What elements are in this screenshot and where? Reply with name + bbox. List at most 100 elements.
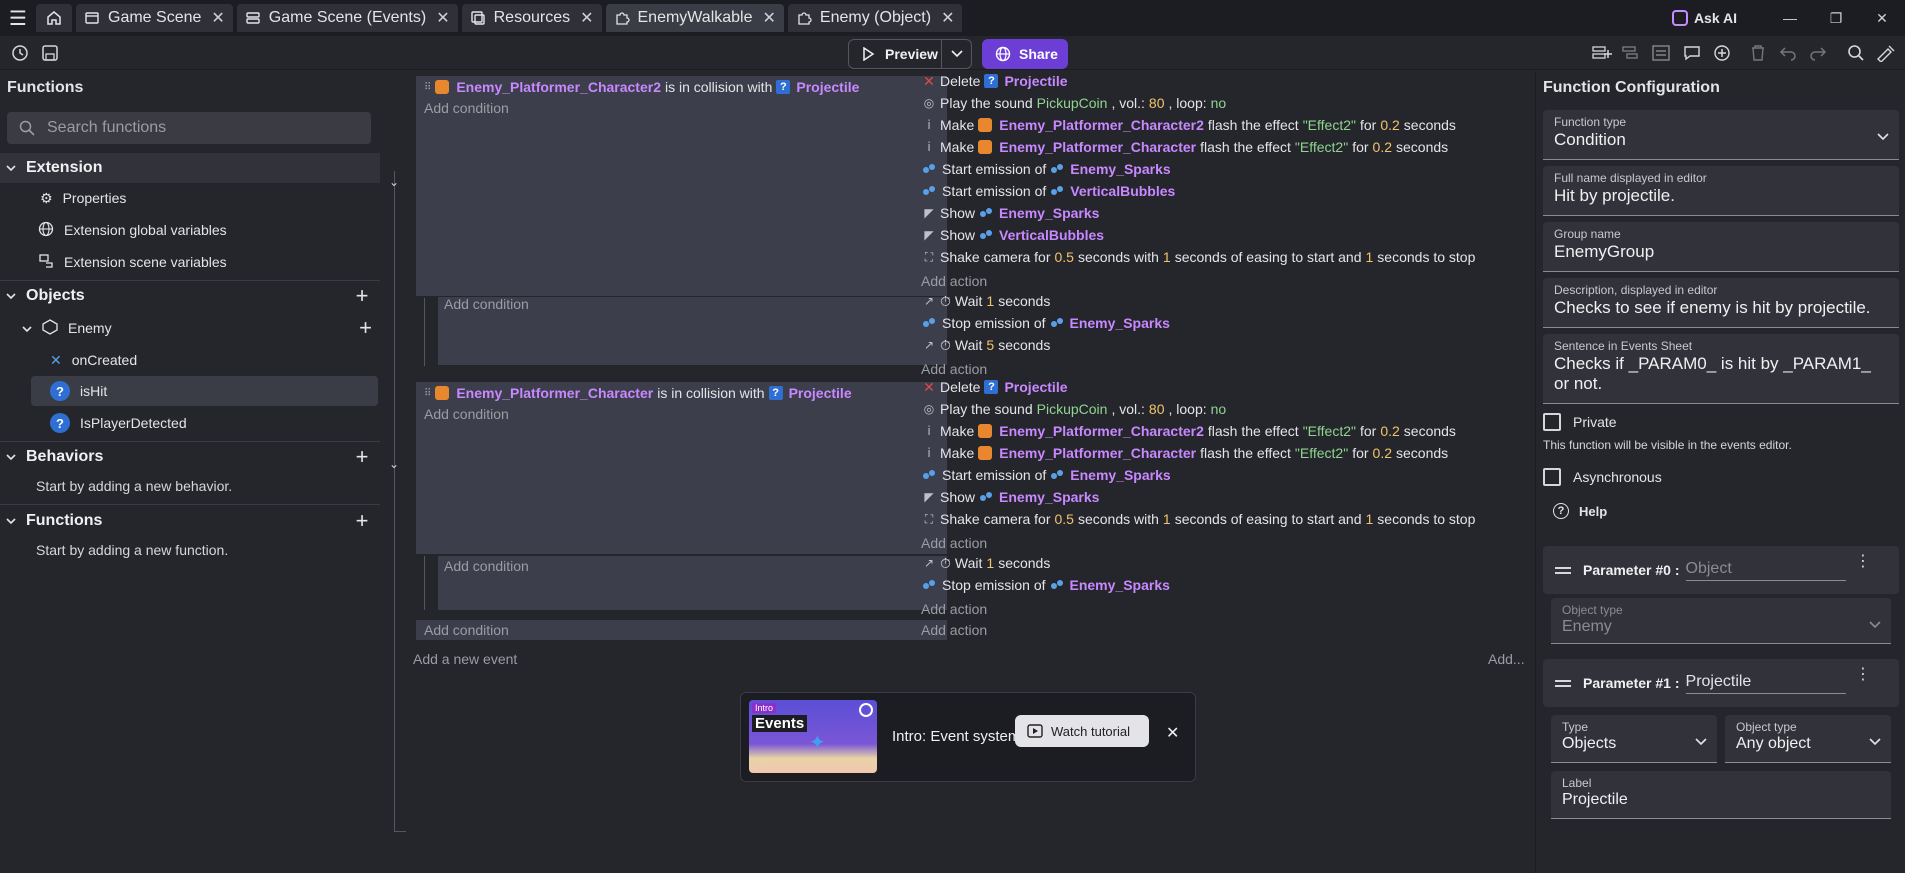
save-icon[interactable]: [40, 43, 60, 63]
tab-game-scene-events[interactable]: Game Scene (Events) ✕: [236, 4, 458, 32]
watch-tutorial-button[interactable]: Watch tutorial: [1015, 715, 1149, 747]
add-event-icon[interactable]: [1592, 43, 1612, 63]
checkbox[interactable]: [1543, 413, 1561, 431]
settings-icon[interactable]: [1876, 43, 1896, 63]
add-more-link[interactable]: Add...: [1488, 651, 1525, 667]
tab-enemywalkable[interactable]: EnemyWalkable ✕: [605, 4, 784, 32]
add-circle-icon[interactable]: [1712, 43, 1732, 63]
delete-icon[interactable]: [1748, 43, 1768, 63]
action-start-emission[interactable]: Start emission of Enemy_Sparks: [922, 464, 1171, 486]
action-shake-camera[interactable]: ⛶ Shake camera for 0.5 seconds with 1 se…: [922, 246, 1476, 268]
action-play-sound[interactable]: ◎ Play the sound PickupCoin, vol.: 80, l…: [922, 92, 1226, 114]
drag-handle-icon[interactable]: [1555, 677, 1571, 690]
action-start-emission-2[interactable]: Start emission of VerticalBubbles: [922, 180, 1175, 202]
add-action-link[interactable]: Add action: [921, 361, 987, 377]
add-comment-icon[interactable]: [1682, 43, 1702, 63]
sentence-field[interactable]: Sentence in Events Sheet Checks if _PARA…: [1543, 334, 1899, 404]
more-options-icon[interactable]: ⋮: [1855, 667, 1871, 683]
drag-handle-icon[interactable]: ⠿: [424, 388, 431, 399]
functions-section-header[interactable]: Functions +: [0, 506, 380, 536]
event1-condition[interactable]: ⠿ Enemy_Platformer_Character2 is in coll…: [424, 76, 859, 98]
action-delete[interactable]: ✕ Delete ? Projectile: [922, 70, 1067, 92]
parameter-name-input[interactable]: Object: [1685, 560, 1846, 581]
minimize-icon[interactable]: —: [1767, 10, 1813, 26]
add-function-icon[interactable]: +: [352, 510, 372, 532]
action-play-sound[interactable]: ◎ Play the sound PickupCoin, vol.: 80, l…: [922, 398, 1226, 420]
extension-item-properties[interactable]: ⚙ Properties: [40, 183, 126, 213]
behaviors-section-header[interactable]: Behaviors +: [0, 442, 380, 472]
objects-section-header[interactable]: Objects +: [0, 281, 380, 311]
action-show-1[interactable]: ◤ Show Enemy_Sparks: [922, 202, 1099, 224]
asynchronous-checkbox[interactable]: Asynchronous: [1543, 468, 1662, 486]
help-link[interactable]: ? Help: [1553, 503, 1607, 519]
close-icon[interactable]: ✕: [1166, 723, 1179, 743]
object-enemy[interactable]: Enemy +: [22, 313, 380, 343]
add-condition-link[interactable]: Add condition: [424, 100, 509, 116]
search-functions-input[interactable]: Search functions: [7, 112, 371, 144]
close-icon[interactable]: ✕: [436, 8, 449, 28]
add-new-event-link[interactable]: Add a new event: [413, 651, 517, 667]
tab-enemy-object[interactable]: Enemy (Object) ✕: [787, 4, 963, 32]
tab-resources[interactable]: Resources ✕: [461, 4, 602, 32]
group-name-field[interactable]: Group name EnemyGroup: [1543, 222, 1899, 272]
add-condition-link[interactable]: Add condition: [424, 406, 509, 422]
action-start-emission-1[interactable]: Start emission of Enemy_Sparks: [922, 158, 1171, 180]
action-wait[interactable]: ↗ ⏱ Wait 5 seconds: [922, 334, 1050, 356]
add-action-link[interactable]: Add action: [921, 601, 987, 617]
add-condition-link[interactable]: Add condition: [444, 296, 529, 312]
tab-game-scene[interactable]: Game Scene ✕: [76, 4, 233, 32]
description-field[interactable]: Description, displayed in editor Checks …: [1543, 278, 1899, 328]
drag-handle-icon[interactable]: [1555, 564, 1571, 577]
action-delete[interactable]: ✕ Delete ? Projectile: [922, 376, 1067, 398]
search-icon[interactable]: [1846, 43, 1866, 63]
action-shake-camera[interactable]: ⛶ Shake camera for 0.5 seconds with 1 se…: [922, 508, 1476, 530]
collapse-event-icon[interactable]: ⌄: [389, 457, 399, 471]
function-item-isplayerdetected[interactable]: ? IsPlayerDetected: [50, 408, 187, 438]
preview-options-button[interactable]: [942, 39, 972, 69]
action-stop-emission[interactable]: Stop emission of Enemy_Sparks: [922, 312, 1170, 334]
close-icon[interactable]: ✕: [580, 8, 593, 28]
add-action-link[interactable]: Add action: [921, 535, 987, 551]
history-icon[interactable]: [10, 43, 30, 63]
action-stop-emission[interactable]: Stop emission of Enemy_Sparks: [922, 574, 1170, 596]
parameter-1-label-field[interactable]: Label Projectile: [1551, 771, 1891, 819]
function-type-select[interactable]: Function type Condition: [1543, 110, 1899, 160]
function-item-oncreated[interactable]: ✕ onCreated: [50, 345, 137, 375]
extension-item-scene-variables[interactable]: Extension scene variables: [38, 247, 227, 277]
action-show[interactable]: ◤ Show Enemy_Sparks: [922, 486, 1099, 508]
add-behavior-icon[interactable]: +: [352, 446, 372, 468]
action-flash-2[interactable]: ⅰ Make Enemy_Platformer_Character flash …: [922, 442, 1448, 464]
redo-icon[interactable]: [1808, 43, 1828, 63]
restore-icon[interactable]: ❐: [1813, 10, 1859, 27]
add-action-link[interactable]: Add action: [921, 273, 987, 289]
add-condition-link[interactable]: Add condition: [444, 558, 529, 574]
tutorial-thumbnail[interactable]: Intro Events ✦: [749, 700, 877, 773]
action-wait[interactable]: ↗ ⏱ Wait 1 seconds: [922, 290, 1050, 312]
private-checkbox[interactable]: Private: [1543, 413, 1617, 431]
share-button[interactable]: Share: [982, 39, 1068, 69]
window-close-icon[interactable]: ✕: [1859, 10, 1905, 27]
add-condition-link[interactable]: Add condition: [424, 622, 509, 638]
function-item-ishit[interactable]: ? isHit: [31, 376, 378, 406]
checkbox[interactable]: [1543, 468, 1561, 486]
extension-section-header[interactable]: Extension: [0, 153, 380, 183]
extension-item-global-variables[interactable]: Extension global variables: [38, 215, 227, 245]
undo-icon[interactable]: [1778, 43, 1798, 63]
action-flash-2[interactable]: ⅰ Make Enemy_Platformer_Character flash …: [922, 136, 1448, 158]
parameter-1-object-type-select[interactable]: Object type Any object: [1725, 715, 1891, 763]
ask-ai-button[interactable]: Ask AI: [1671, 10, 1737, 26]
preview-button[interactable]: Preview: [848, 39, 942, 69]
menu-icon[interactable]: ☰: [0, 0, 36, 36]
full-name-field[interactable]: Full name displayed in editor Hit by pro…: [1543, 166, 1899, 216]
parameter-name-input[interactable]: Projectile: [1685, 673, 1846, 694]
action-wait[interactable]: ↗ ⏱ Wait 1 seconds: [922, 552, 1050, 574]
add-subevent-icon[interactable]: [1622, 43, 1642, 63]
close-icon[interactable]: ✕: [211, 8, 224, 28]
more-options-icon[interactable]: ⋮: [1855, 554, 1871, 570]
action-flash-1[interactable]: ⅰ Make Enemy_Platformer_Character2 flash…: [922, 114, 1456, 136]
add-action-link[interactable]: Add action: [921, 622, 987, 638]
home-tab[interactable]: [36, 4, 72, 32]
add-object-icon[interactable]: +: [352, 285, 372, 307]
add-group-icon[interactable]: [1652, 43, 1672, 63]
event2-condition[interactable]: ⠿ Enemy_Platformer_Character is in colli…: [424, 382, 852, 404]
